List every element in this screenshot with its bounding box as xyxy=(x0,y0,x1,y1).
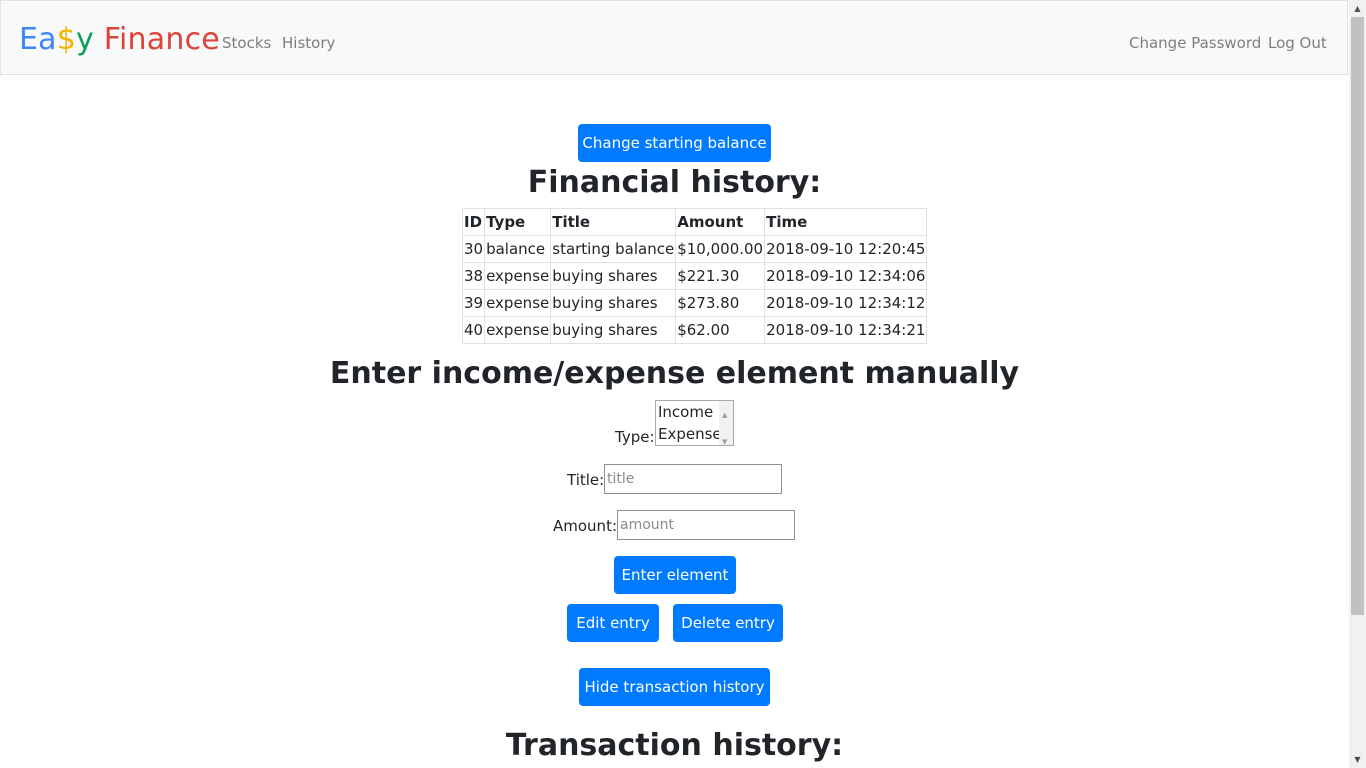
edit-entry-button[interactable]: Edit entry xyxy=(567,604,659,642)
table-row: 38 expense buying shares $221.30 2018-09… xyxy=(461,262,928,290)
column-header-amount: Amount xyxy=(675,208,766,236)
nav-link-change-password[interactable]: Change Password xyxy=(1129,33,1261,53)
cell-id: 40 xyxy=(461,316,486,344)
table-row: 30 balance starting balance $10,000.00 2… xyxy=(461,235,928,263)
navbar: Ea$y Finance Stocks History Change Passw… xyxy=(0,0,1348,75)
nav-link-stocks[interactable]: Stocks xyxy=(222,33,271,53)
cell-time: 2018-09-10 12:20:45 xyxy=(764,235,928,263)
transaction-history-title: Transaction history: xyxy=(505,728,844,763)
select-scrollbar[interactable]: ▲ ▼ xyxy=(719,401,733,446)
cell-time: 2018-09-10 12:34:12 xyxy=(764,289,928,317)
title-input[interactable] xyxy=(604,464,782,494)
brand-part-ea: Ea xyxy=(19,22,57,57)
table-row: 39 expense buying shares $273.80 2018-09… xyxy=(461,289,928,317)
cell-amount: $221.30 xyxy=(675,262,766,290)
cell-time: 2018-09-10 12:34:06 xyxy=(764,262,928,290)
select-scroll-up-icon[interactable]: ▲ xyxy=(722,404,727,426)
brand-part-y: y xyxy=(76,22,95,57)
cell-type: expense xyxy=(484,316,552,344)
brand-logo[interactable]: Ea$y Finance xyxy=(19,21,220,59)
cell-title: starting balance xyxy=(550,235,677,263)
cell-title: buying shares xyxy=(550,262,677,290)
cell-title: buying shares xyxy=(550,316,677,344)
cell-amount: $10,000.00 xyxy=(675,235,766,263)
delete-entry-button[interactable]: Delete entry xyxy=(673,604,783,642)
enter-element-button[interactable]: Enter element xyxy=(614,556,736,594)
entry-form-title: Enter income/expense element manually xyxy=(329,356,1020,391)
cell-title: buying shares xyxy=(550,289,677,317)
change-starting-balance-button[interactable]: Change starting balance xyxy=(578,124,771,162)
page-scrollbar[interactable]: ▲ ▼ xyxy=(1349,0,1366,768)
cell-type: expense xyxy=(484,289,552,317)
table-row: 40 expense buying shares $62.00 2018-09-… xyxy=(461,316,928,344)
column-header-type: Type xyxy=(484,208,552,236)
nav-link-history[interactable]: History xyxy=(282,33,335,53)
column-header-id: ID xyxy=(461,208,486,236)
amount-label: Amount: xyxy=(553,517,617,535)
cell-id: 39 xyxy=(461,289,486,317)
cell-amount: $62.00 xyxy=(675,316,766,344)
type-select[interactable]: Income Expense ▲ ▼ xyxy=(655,400,734,446)
title-label: Title: xyxy=(567,471,605,489)
nav-link-log-out[interactable]: Log Out xyxy=(1268,33,1327,53)
financial-history-table: ID Type Title Amount Time 30 balance sta… xyxy=(461,208,928,344)
column-header-title: Title xyxy=(550,208,677,236)
cell-type: expense xyxy=(484,262,552,290)
financial-history-title: Financial history: xyxy=(527,165,822,200)
brand-part-finance: Finance xyxy=(94,22,220,57)
amount-input[interactable] xyxy=(617,510,795,540)
hide-transaction-history-button[interactable]: Hide transaction history xyxy=(579,668,770,706)
cell-amount: $273.80 xyxy=(675,289,766,317)
brand-part-dollar: $ xyxy=(56,22,77,57)
table-header-row: ID Type Title Amount Time xyxy=(461,208,928,236)
scroll-up-arrow-icon[interactable]: ▲ xyxy=(1349,0,1366,17)
column-header-time: Time xyxy=(764,208,928,236)
select-scroll-down-icon[interactable]: ▼ xyxy=(722,431,727,453)
cell-type: balance xyxy=(484,235,552,263)
type-label: Type: xyxy=(615,428,655,446)
scroll-down-arrow-icon[interactable]: ▼ xyxy=(1349,751,1366,768)
cell-id: 38 xyxy=(461,262,486,290)
cell-time: 2018-09-10 12:34:21 xyxy=(764,316,928,344)
scroll-thumb[interactable] xyxy=(1351,17,1364,615)
cell-id: 30 xyxy=(461,235,486,263)
